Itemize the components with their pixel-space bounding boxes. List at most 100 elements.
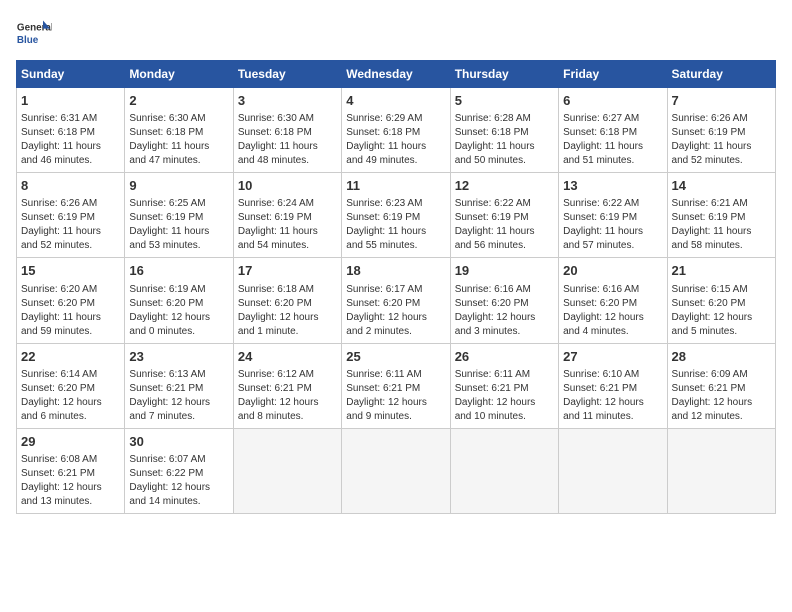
empty-cell bbox=[667, 428, 775, 513]
logo: General Blue bbox=[16, 16, 52, 52]
day-info: Sunrise: 6:13 AM Sunset: 6:21 PM Dayligh… bbox=[129, 368, 228, 424]
header-tuesday: Tuesday bbox=[233, 61, 341, 88]
header-wednesday: Wednesday bbox=[342, 61, 450, 88]
calendar-cell-day-3: 3Sunrise: 6:30 AM Sunset: 6:18 PM Daylig… bbox=[233, 88, 341, 173]
day-number: 7 bbox=[672, 92, 771, 110]
day-info: Sunrise: 6:28 AM Sunset: 6:18 PM Dayligh… bbox=[455, 112, 554, 168]
calendar-cell-day-17: 17 Sunrise: 6:18 AM Sunset: 6:20 PM Dayli… bbox=[233, 258, 341, 343]
day-number: 23 bbox=[129, 348, 228, 366]
calendar-cell-day-26: 26 Sunrise: 6:11 AM Sunset: 6:21 PM Dayli… bbox=[450, 343, 558, 428]
day-number: 6 bbox=[563, 92, 662, 110]
day-info: Sunrise: 6:10 AM Sunset: 6:21 PM Dayligh… bbox=[563, 368, 662, 424]
day-number: 3 bbox=[238, 92, 337, 110]
day-info: Sunrise: 6:27 AM Sunset: 6:18 PM Dayligh… bbox=[563, 112, 662, 168]
day-number: 21 bbox=[672, 262, 771, 280]
day-number: 18 bbox=[346, 262, 445, 280]
day-number: 20 bbox=[563, 262, 662, 280]
empty-cell bbox=[450, 428, 558, 513]
header-sunday: Sunday bbox=[17, 61, 125, 88]
calendar-cell-day-9: 9 Sunrise: 6:25 AM Sunset: 6:19 PM Daylig… bbox=[125, 173, 233, 258]
day-info: Sunrise: 6:11 AM Sunset: 6:21 PM Dayligh… bbox=[346, 368, 445, 424]
calendar-cell-day-4: 4Sunrise: 6:29 AM Sunset: 6:18 PM Daylig… bbox=[342, 88, 450, 173]
calendar: SundayMondayTuesdayWednesdayThursdayFrid… bbox=[16, 60, 776, 514]
day-info: Sunrise: 6:29 AM Sunset: 6:18 PM Dayligh… bbox=[346, 112, 445, 168]
calendar-cell-day-22: 22Sunrise: 6:14 AM Sunset: 6:20 PM Dayli… bbox=[17, 343, 125, 428]
day-number: 30 bbox=[129, 433, 228, 451]
day-number: 12 bbox=[455, 177, 554, 195]
day-number: 5 bbox=[455, 92, 554, 110]
day-info: Sunrise: 6:21 AM Sunset: 6:19 PM Dayligh… bbox=[672, 197, 771, 253]
calendar-cell-day-25: 25 Sunrise: 6:11 AM Sunset: 6:21 PM Dayli… bbox=[342, 343, 450, 428]
day-number: 26 bbox=[455, 348, 554, 366]
day-info: Sunrise: 6:14 AM Sunset: 6:20 PM Dayligh… bbox=[21, 368, 120, 424]
day-number: 9 bbox=[129, 177, 228, 195]
day-info: Sunrise: 6:19 AM Sunset: 6:20 PM Dayligh… bbox=[129, 283, 228, 339]
day-info: Sunrise: 6:15 AM Sunset: 6:20 PM Dayligh… bbox=[672, 283, 771, 339]
day-number: 27 bbox=[563, 348, 662, 366]
day-number: 28 bbox=[672, 348, 771, 366]
calendar-cell-day-15: 15Sunrise: 6:20 AM Sunset: 6:20 PM Dayli… bbox=[17, 258, 125, 343]
calendar-week-row-1: 1Sunrise: 6:31 AM Sunset: 6:18 PM Daylig… bbox=[17, 88, 776, 173]
calendar-cell-day-11: 11 Sunrise: 6:23 AM Sunset: 6:19 PM Dayli… bbox=[342, 173, 450, 258]
day-number: 17 bbox=[238, 262, 337, 280]
calendar-cell-day-5: 5 Sunrise: 6:28 AM Sunset: 6:18 PM Daylig… bbox=[450, 88, 558, 173]
header: General Blue bbox=[16, 16, 776, 52]
day-number: 13 bbox=[563, 177, 662, 195]
day-number: 19 bbox=[455, 262, 554, 280]
calendar-cell-day-13: 13 Sunrise: 6:22 AM Sunset: 6:19 PM Dayli… bbox=[559, 173, 667, 258]
calendar-week-row-2: 8Sunrise: 6:26 AM Sunset: 6:19 PM Daylig… bbox=[17, 173, 776, 258]
empty-cell bbox=[342, 428, 450, 513]
calendar-cell-day-27: 27 Sunrise: 6:10 AM Sunset: 6:21 PM Dayli… bbox=[559, 343, 667, 428]
empty-cell bbox=[559, 428, 667, 513]
day-info: Sunrise: 6:31 AM Sunset: 6:18 PM Dayligh… bbox=[21, 112, 120, 168]
calendar-cell-day-23: 23 Sunrise: 6:13 AM Sunset: 6:21 PM Dayli… bbox=[125, 343, 233, 428]
calendar-cell-day-10: 10 Sunrise: 6:24 AM Sunset: 6:19 PM Dayli… bbox=[233, 173, 341, 258]
calendar-cell-day-1: 1Sunrise: 6:31 AM Sunset: 6:18 PM Daylig… bbox=[17, 88, 125, 173]
calendar-header-row: SundayMondayTuesdayWednesdayThursdayFrid… bbox=[17, 61, 776, 88]
day-number: 29 bbox=[21, 433, 120, 451]
day-info: Sunrise: 6:18 AM Sunset: 6:20 PM Dayligh… bbox=[238, 283, 337, 339]
calendar-week-row-5: 29 Sunrise: 6:08 AM Sunset: 6:21 PM Dayli… bbox=[17, 428, 776, 513]
day-number: 14 bbox=[672, 177, 771, 195]
calendar-cell-day-29: 29 Sunrise: 6:08 AM Sunset: 6:21 PM Dayli… bbox=[17, 428, 125, 513]
empty-cell bbox=[233, 428, 341, 513]
calendar-cell-day-28: 28 Sunrise: 6:09 AM Sunset: 6:21 PM Dayli… bbox=[667, 343, 775, 428]
calendar-cell-day-7: 7Sunrise: 6:26 AM Sunset: 6:19 PM Daylig… bbox=[667, 88, 775, 173]
calendar-week-row-4: 22Sunrise: 6:14 AM Sunset: 6:20 PM Dayli… bbox=[17, 343, 776, 428]
calendar-cell-day-24: 24 Sunrise: 6:12 AM Sunset: 6:21 PM Dayli… bbox=[233, 343, 341, 428]
day-info: Sunrise: 6:22 AM Sunset: 6:19 PM Dayligh… bbox=[455, 197, 554, 253]
day-info: Sunrise: 6:12 AM Sunset: 6:21 PM Dayligh… bbox=[238, 368, 337, 424]
header-thursday: Thursday bbox=[450, 61, 558, 88]
day-info: Sunrise: 6:17 AM Sunset: 6:20 PM Dayligh… bbox=[346, 283, 445, 339]
day-number: 15 bbox=[21, 262, 120, 280]
day-info: Sunrise: 6:24 AM Sunset: 6:19 PM Dayligh… bbox=[238, 197, 337, 253]
calendar-week-row-3: 15Sunrise: 6:20 AM Sunset: 6:20 PM Dayli… bbox=[17, 258, 776, 343]
day-number: 25 bbox=[346, 348, 445, 366]
day-number: 11 bbox=[346, 177, 445, 195]
calendar-cell-day-8: 8Sunrise: 6:26 AM Sunset: 6:19 PM Daylig… bbox=[17, 173, 125, 258]
day-number: 2 bbox=[129, 92, 228, 110]
header-monday: Monday bbox=[125, 61, 233, 88]
day-info: Sunrise: 6:23 AM Sunset: 6:19 PM Dayligh… bbox=[346, 197, 445, 253]
day-info: Sunrise: 6:11 AM Sunset: 6:21 PM Dayligh… bbox=[455, 368, 554, 424]
header-saturday: Saturday bbox=[667, 61, 775, 88]
day-info: Sunrise: 6:22 AM Sunset: 6:19 PM Dayligh… bbox=[563, 197, 662, 253]
calendar-cell-day-20: 20Sunrise: 6:16 AM Sunset: 6:20 PM Dayli… bbox=[559, 258, 667, 343]
svg-text:Blue: Blue bbox=[17, 35, 39, 46]
calendar-cell-day-12: 12 Sunrise: 6:22 AM Sunset: 6:19 PM Dayli… bbox=[450, 173, 558, 258]
header-friday: Friday bbox=[559, 61, 667, 88]
day-info: Sunrise: 6:16 AM Sunset: 6:20 PM Dayligh… bbox=[455, 283, 554, 339]
calendar-cell-day-21: 21 Sunrise: 6:15 AM Sunset: 6:20 PM Dayli… bbox=[667, 258, 775, 343]
calendar-cell-day-2: 2 Sunrise: 6:30 AM Sunset: 6:18 PM Daylig… bbox=[125, 88, 233, 173]
calendar-cell-day-30: 30Sunrise: 6:07 AM Sunset: 6:22 PM Dayli… bbox=[125, 428, 233, 513]
day-info: Sunrise: 6:25 AM Sunset: 6:19 PM Dayligh… bbox=[129, 197, 228, 253]
day-number: 24 bbox=[238, 348, 337, 366]
calendar-cell-day-6: 6 Sunrise: 6:27 AM Sunset: 6:18 PM Daylig… bbox=[559, 88, 667, 173]
day-info: Sunrise: 6:09 AM Sunset: 6:21 PM Dayligh… bbox=[672, 368, 771, 424]
day-info: Sunrise: 6:26 AM Sunset: 6:19 PM Dayligh… bbox=[21, 197, 120, 253]
calendar-cell-day-18: 18 Sunrise: 6:17 AM Sunset: 6:20 PM Dayli… bbox=[342, 258, 450, 343]
day-info: Sunrise: 6:08 AM Sunset: 6:21 PM Dayligh… bbox=[21, 453, 120, 509]
day-number: 10 bbox=[238, 177, 337, 195]
day-number: 16 bbox=[129, 262, 228, 280]
day-info: Sunrise: 6:30 AM Sunset: 6:18 PM Dayligh… bbox=[129, 112, 228, 168]
